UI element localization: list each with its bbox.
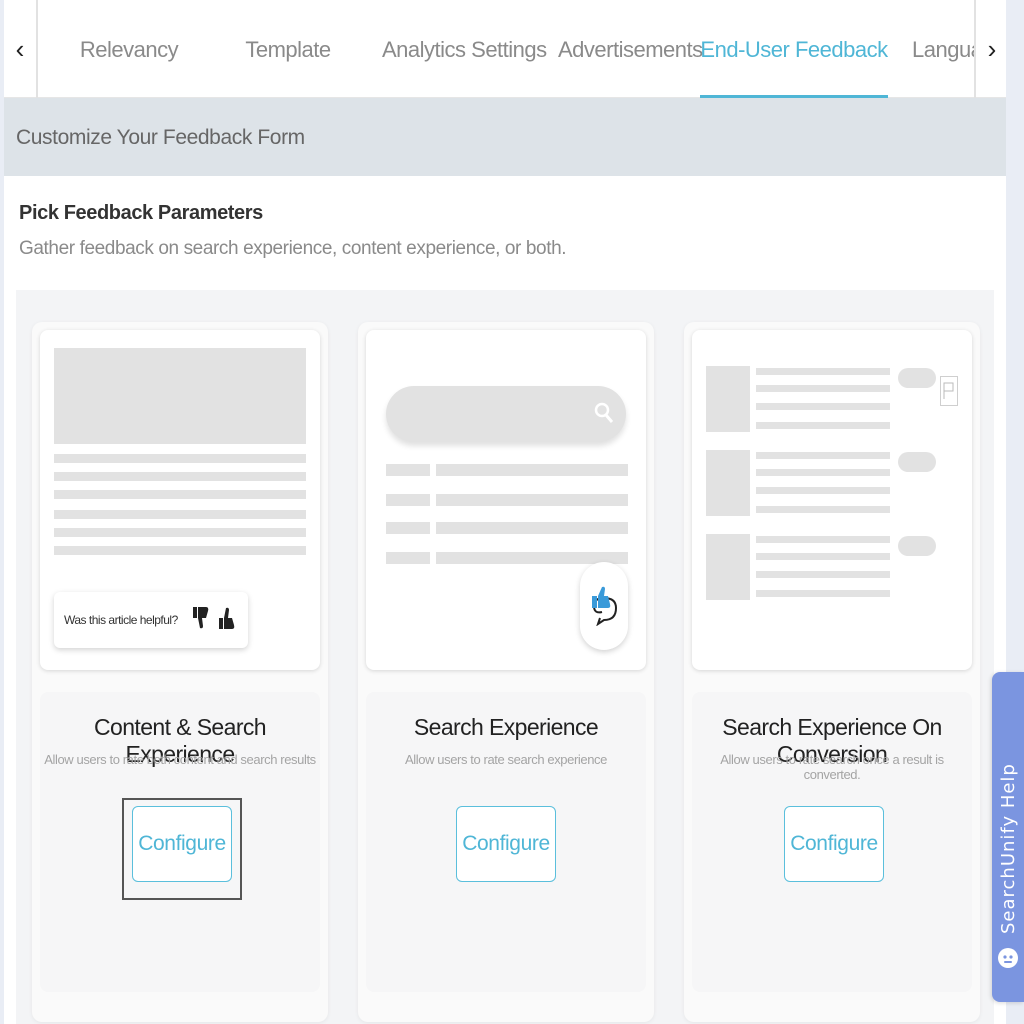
tab-template[interactable]: Template	[238, 0, 338, 98]
chevron-left-icon: ‹	[15, 33, 25, 64]
preview-text-line	[756, 403, 890, 410]
preview-pill	[898, 536, 936, 556]
preview-result-tag	[386, 464, 430, 476]
tab-scroll-right-button[interactable]: ›	[974, 0, 1006, 98]
feedback-bubble	[580, 562, 628, 650]
help-widget-tab[interactable]: SearchUnify Help	[992, 672, 1024, 1002]
tab-label: Relevancy	[79, 37, 179, 62]
preview-thumbnail	[706, 450, 750, 516]
params-subtitle: Gather feedback on search experience, co…	[19, 238, 567, 259]
preview-thumbnail	[706, 534, 750, 600]
thumbs-up-chat-icon	[588, 586, 622, 631]
card-preview-content: Was this article helpful?	[40, 330, 320, 670]
preview-text-line	[756, 452, 890, 459]
flag-icon	[940, 376, 958, 406]
preview-pill	[898, 368, 936, 388]
preview-thumbnail	[706, 366, 750, 432]
tab-label: Analytics Settings	[382, 37, 547, 62]
preview-text-line	[54, 490, 306, 499]
card-description: Allow users to rate search once a result…	[720, 752, 944, 782]
configure-button-search[interactable]: Configure	[456, 806, 556, 882]
thumbs-down-icon	[192, 606, 210, 635]
preview-text-line	[756, 571, 890, 578]
tab-analytics-settings[interactable]: Analytics Settings	[382, 0, 547, 98]
chat-bot-icon	[998, 948, 1018, 968]
preview-text-line	[54, 454, 306, 463]
tab-label: Template	[245, 37, 331, 62]
tab-label: Languag	[912, 37, 974, 62]
preview-text-line	[54, 510, 306, 519]
preview-text-line	[756, 422, 890, 429]
tab-label: Advertisements	[558, 37, 703, 62]
tab-end-user-feedback[interactable]: End-User Feedback	[700, 0, 888, 98]
helpful-prompt: Was this article helpful?	[54, 592, 248, 648]
tab-label: End-User Feedback	[700, 37, 888, 62]
preview-result-tag	[386, 494, 430, 506]
help-widget-label: SearchUnify Help	[998, 763, 1019, 934]
preview-text-line	[54, 528, 306, 537]
preview-result-line	[436, 494, 628, 506]
preview-text-line	[54, 546, 306, 555]
card-content-search-experience: Was this article helpful? Content & Sear…	[32, 322, 328, 1022]
app-window: ‹ Relevancy Template Analytics Settings …	[4, 0, 1006, 1024]
preview-text-line	[756, 487, 890, 494]
preview-result-line	[436, 522, 628, 534]
thumbs-up-icon	[218, 606, 236, 635]
tab-relevancy[interactable]: Relevancy	[72, 0, 186, 98]
preview-text-line	[756, 506, 890, 513]
tab-advertisements[interactable]: Advertisements	[558, 0, 703, 98]
chevron-right-icon: ›	[987, 33, 997, 64]
card-description: Allow users to rate search experience	[405, 752, 607, 767]
preview-text-line	[756, 385, 890, 392]
section-header: Customize Your Feedback Form	[4, 98, 1006, 176]
card-title: Search Experience	[413, 714, 599, 740]
search-icon	[594, 402, 614, 429]
preview-text-line	[756, 553, 890, 560]
params-title: Pick Feedback Parameters	[19, 202, 263, 224]
preview-result-tag	[386, 552, 430, 564]
card-info: Content & Search Experience Allow users …	[40, 692, 320, 992]
configure-button-conversion[interactable]: Configure	[784, 806, 884, 882]
preview-pill	[898, 452, 936, 472]
card-search-experience-on-conversion: Search Experience On Conversion Allow us…	[684, 322, 980, 1022]
helpful-prompt-text: Was this article helpful?	[64, 613, 178, 627]
preview-text-line	[756, 368, 890, 375]
preview-text-line	[54, 472, 306, 481]
preview-result-tag	[386, 522, 430, 534]
preview-text-line	[756, 590, 890, 597]
tab-list: Relevancy Template Analytics Settings Ad…	[42, 0, 974, 98]
preview-result-line	[436, 464, 628, 476]
tab-bar: ‹ Relevancy Template Analytics Settings …	[4, 0, 1006, 98]
card-description: Allow users to rate both content and sea…	[44, 752, 316, 767]
card-info: Search Experience On Conversion Allow us…	[692, 692, 972, 992]
card-search-experience: Search Experience Allow users to rate se…	[358, 322, 654, 1022]
tab-scroll-left-button[interactable]: ‹	[4, 0, 38, 98]
tab-language[interactable]: Languag	[912, 0, 974, 98]
preview-search-bar	[386, 386, 626, 442]
configure-button-content-search[interactable]: Configure	[132, 806, 232, 882]
preview-text-line	[756, 536, 890, 543]
preview-image-placeholder	[54, 348, 306, 444]
card-preview-conversion	[692, 330, 972, 670]
card-preview-search	[366, 330, 646, 670]
card-info: Search Experience Allow users to rate se…	[366, 692, 646, 992]
preview-text-line	[756, 469, 890, 476]
